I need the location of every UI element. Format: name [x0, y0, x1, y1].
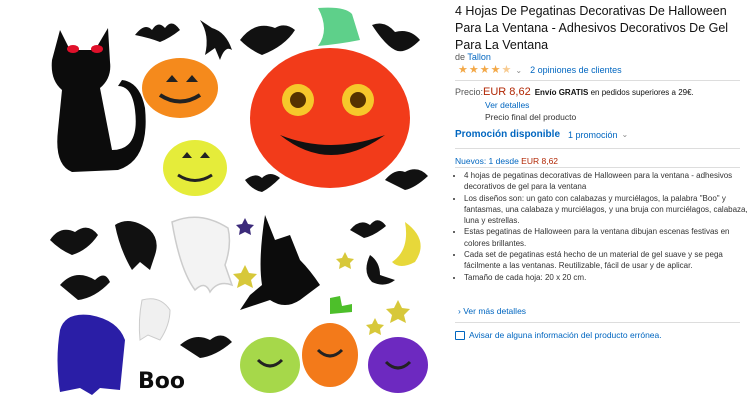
half-star-icon: ★ [501, 63, 512, 76]
promotion-row: Promoción disponible 1 promoción ⌄ [455, 129, 628, 140]
shipping-free: Envío GRATIS [534, 88, 589, 97]
divider [455, 148, 740, 149]
sticker-sheets-illustration: Boo [50, 7, 428, 395]
witch-sticker [240, 215, 320, 310]
reviews-link[interactable]: 2 opiniones de clientes [530, 65, 622, 75]
divider [455, 80, 740, 81]
new-offers-label[interactable]: Nuevos: 1 desde [455, 156, 519, 166]
star-icon: ★ [468, 63, 479, 76]
message-icon [455, 330, 465, 340]
white-ghost-sticker [171, 216, 234, 294]
report-info-label[interactable]: Avisar de alguna información del product… [469, 330, 662, 340]
star-icon: ★ [490, 63, 501, 76]
price-label: Precio: [455, 87, 484, 97]
moon-sticker [392, 222, 421, 266]
large-pumpkin-sticker [250, 48, 410, 188]
report-info-link[interactable]: Avisar de alguna información del product… [455, 330, 662, 340]
new-offers-row[interactable]: Nuevos: 1 desde EUR 8,62 [455, 156, 558, 166]
brand-prefix: de [455, 52, 466, 62]
promotion-label: Promoción disponible [455, 129, 561, 140]
witch-hat-sticker [318, 7, 360, 47]
feature-bullet: Cada set de pegatinas está hecho de un m… [464, 249, 749, 272]
shipping-info: Envío GRATIS en pedidos superiores a 29€… [535, 88, 694, 97]
feature-bullet: Tamaño de cada hoja: 20 x 20 cm. [464, 272, 749, 283]
feature-bullets: 4 hojas de pegatinas decorativas de Hall… [455, 170, 749, 283]
purple-star-sticker [236, 218, 254, 235]
price-value: EUR 8,62 [483, 86, 531, 98]
lower-pumpkin-stickers [240, 323, 428, 393]
product-info-panel: 4 Hojas De Pegatinas Decorativas De Hall… [455, 0, 748, 400]
brand-row: de Tallon [455, 52, 491, 62]
witch-shoe-sticker [330, 296, 352, 314]
divider [455, 167, 740, 168]
orange-pumpkin-sticker [142, 58, 218, 118]
star-icon: ★ [479, 63, 490, 76]
boo-sticker: Boo [138, 369, 185, 394]
price-row: Precio: EUR 8,62 Envío GRATIS en pedidos… [455, 86, 694, 98]
brand-link[interactable]: Tallon [467, 52, 491, 62]
product-title: 4 Hojas De Pegatinas Decorativas De Hall… [455, 4, 729, 52]
feature-bullet: Estas pegatinas de Halloween para la ven… [464, 226, 749, 249]
black-ghost-sticker [115, 221, 157, 270]
new-offers-price: EUR 8,62 [521, 156, 559, 166]
more-details-label[interactable]: Ver más detalles [463, 306, 526, 316]
more-details-link[interactable]: › Ver más detalles [458, 306, 526, 316]
rating-row: ★ ★ ★ ★ ★ ⌄ 2 opiniones de clientes [458, 64, 622, 76]
chevron-down-icon[interactable]: ⌄ [515, 66, 522, 75]
promotion-count-link[interactable]: 1 promoción [568, 130, 618, 140]
rating-stars[interactable]: ★ ★ ★ ★ ★ [458, 63, 512, 76]
chevron-down-icon[interactable]: ⌄ [622, 130, 629, 139]
blue-ghost-sticker [57, 314, 125, 395]
shipping-condition: en pedidos superiores a 29€. [590, 88, 694, 97]
shipping-details-link[interactable]: Ver detalles [485, 100, 529, 110]
product-image[interactable]: Boo [0, 0, 440, 400]
feature-bullet: 4 hojas de pegatinas decorativas de Hall… [464, 170, 749, 193]
divider [455, 322, 740, 323]
yellow-pumpkin-sticker [163, 140, 227, 196]
feature-bullet: Los diseños son: un gato con calabazas y… [464, 193, 749, 227]
small-white-ghost-sticker [138, 298, 171, 341]
black-cat-sticker [51, 28, 146, 172]
final-price-note: Precio final del producto [485, 112, 577, 122]
star-icon: ★ [458, 63, 468, 76]
